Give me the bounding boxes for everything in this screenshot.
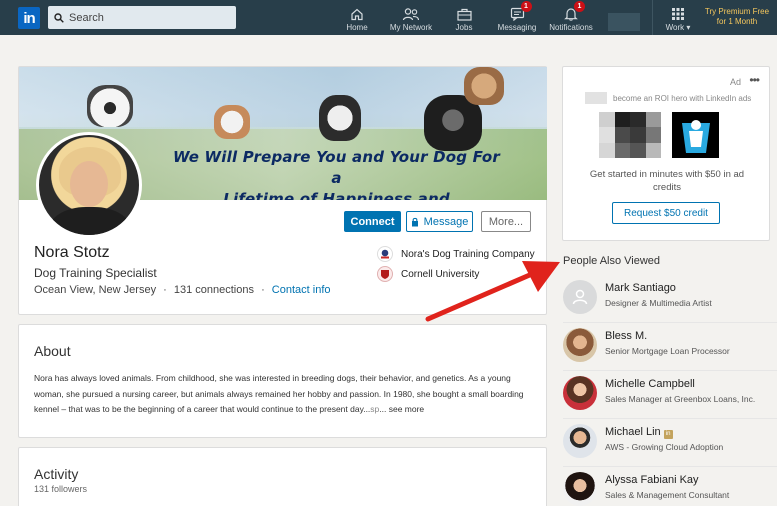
profile-meta: Ocean View, New Jersey · 131 connections…	[34, 284, 331, 296]
person-title: Designer & Multimedia Artist	[605, 298, 712, 308]
message-button-label: Message	[423, 215, 469, 228]
nav-work[interactable]: Work ▾	[660, 4, 696, 32]
default-person-icon	[572, 289, 588, 305]
lock-icon	[411, 217, 418, 226]
premium-badge-icon: in	[663, 430, 673, 439]
about-body: Nora has always loved animals. From chil…	[34, 373, 524, 414]
list-item[interactable]: Michael Lin in AWS - Growing Cloud Adopti…	[563, 424, 777, 464]
request-credit-button[interactable]: Request $50 credit	[612, 202, 720, 224]
nav-home[interactable]: Home	[345, 4, 369, 32]
red-arrow-annotation	[425, 261, 560, 322]
school-logo-icon	[377, 266, 393, 282]
profile-photo[interactable]	[36, 132, 142, 238]
person-title: Senior Mortgage Loan Processor	[605, 346, 730, 356]
about-text: Nora has always loved animals. From chil…	[34, 371, 534, 418]
person-name[interactable]: Michelle Campbell	[605, 378, 695, 390]
list-item[interactable]: Michelle Campbell Sales Manager at Green…	[563, 376, 777, 416]
divider	[563, 418, 777, 419]
activity-card: Activity 131 followers	[18, 447, 547, 506]
profile-location: Ocean View, New Jersey	[34, 284, 157, 296]
dog-image	[214, 105, 250, 139]
home-icon	[351, 8, 363, 21]
hero-icon	[681, 120, 710, 153]
person-name[interactable]: Bless M.	[605, 330, 647, 342]
notifications-badge: 1	[574, 1, 585, 12]
grid-icon	[672, 8, 684, 20]
avatar[interactable]	[563, 424, 597, 458]
ad-tagline: become an ROI hero with LinkedIn ads	[585, 92, 775, 104]
banner-slogan: We Will Prepare You and Your Dog For a L…	[169, 147, 504, 200]
top-nav: in Home My Network Jobs 1 Messaging 1 No…	[0, 0, 777, 35]
nav-my-network-label: My Network	[389, 23, 433, 32]
list-item[interactable]: Mark Santiago Designer & Multimedia Arti…	[563, 280, 777, 320]
search-box[interactable]	[48, 6, 236, 29]
ad-description: Get started in minutes with $50 in ad cr…	[589, 169, 745, 193]
nav-jobs[interactable]: Jobs	[453, 4, 475, 32]
profile-connections[interactable]: 131 connections	[174, 284, 254, 296]
dog-image	[464, 67, 504, 105]
network-icon	[402, 8, 420, 21]
message-button[interactable]: Message	[406, 211, 473, 232]
list-item[interactable]: Bless M. Senior Mortgage Loan Processor	[563, 328, 777, 368]
ad-card: Ad ••• become an ROI hero with LinkedIn …	[562, 66, 770, 241]
person-title: Sales & Management Consultant	[605, 490, 730, 500]
person-name[interactable]: Mark Santiago	[605, 282, 676, 294]
blurred-profile-image	[599, 112, 661, 158]
ad-tagline-text: become an ROI hero with LinkedIn ads	[613, 93, 752, 103]
nav-home-label: Home	[346, 23, 368, 32]
nav-my-network[interactable]: My Network	[389, 4, 433, 32]
person-name-text: Michael Lin	[605, 426, 661, 438]
blurred-avatar	[585, 92, 607, 104]
premium-line-1: Try Premium Free	[704, 7, 770, 16]
see-more-link[interactable]: ... see more	[379, 404, 424, 414]
nav-notifications-label: Notifications	[549, 23, 593, 32]
nav-jobs-label: Jobs	[455, 23, 473, 32]
people-also-viewed-title: People Also Viewed	[563, 255, 661, 267]
profile-name: Nora Stotz	[34, 244, 110, 261]
nav-messaging-label: Messaging	[497, 23, 537, 32]
messaging-badge: 1	[520, 1, 532, 12]
avatar[interactable]	[563, 376, 597, 410]
profile-headline: Dog Training Specialist	[34, 266, 157, 280]
about-card: About Nora has always loved animals. Fro…	[18, 324, 547, 438]
company-logo-icon	[377, 246, 393, 262]
avatar[interactable]	[563, 328, 597, 362]
banner-line-1: We Will Prepare You and Your Dog For a	[172, 148, 501, 187]
nav-messaging[interactable]: 1 Messaging	[497, 1, 537, 32]
about-faded-text: sp	[370, 404, 380, 414]
linkedin-logo[interactable]: in	[18, 7, 40, 29]
connect-button[interactable]: Connect	[344, 211, 401, 232]
premium-link[interactable]: Try Premium Free for 1 Month	[700, 7, 774, 27]
linkedin-hero-logo	[672, 112, 719, 158]
avatar[interactable]	[563, 472, 597, 506]
person-name[interactable]: Alyssa Fabiani Kay	[605, 474, 699, 486]
person-title: Sales Manager at Greenbox Loans, Inc.	[605, 394, 756, 404]
divider	[563, 322, 777, 323]
contact-info-link[interactable]: Contact info	[272, 284, 331, 296]
nav-me-avatar[interactable]	[608, 13, 640, 31]
nav-notifications[interactable]: 1 Notifications	[548, 1, 594, 32]
search-input[interactable]	[69, 11, 219, 24]
meta-separator: ·	[261, 284, 265, 296]
more-button[interactable]: More...	[481, 211, 531, 232]
activity-title: Activity	[34, 466, 79, 482]
divider	[563, 370, 777, 371]
activity-followers: 131 followers	[34, 484, 88, 494]
search-icon	[54, 12, 64, 23]
briefcase-icon	[456, 8, 472, 21]
banner-line-2: Lifetime of Happiness and Understanding	[223, 190, 450, 200]
ad-options-icon[interactable]: •••	[749, 73, 760, 87]
ad-label: Ad	[729, 77, 741, 87]
divider	[563, 466, 777, 467]
nav-divider	[652, 0, 653, 35]
person-title: AWS - Growing Cloud Adoption	[605, 442, 724, 452]
person-name[interactable]: Michael Lin in	[605, 426, 673, 439]
meta-separator: ·	[163, 284, 167, 296]
nav-work-label: Work ▾	[665, 23, 691, 32]
premium-line-2: for 1 Month	[716, 17, 758, 26]
dog-image	[319, 95, 361, 141]
list-item[interactable]: Alyssa Fabiani Kay Sales & Management Co…	[563, 472, 777, 506]
dog-image	[87, 85, 133, 127]
about-title: About	[34, 343, 71, 359]
